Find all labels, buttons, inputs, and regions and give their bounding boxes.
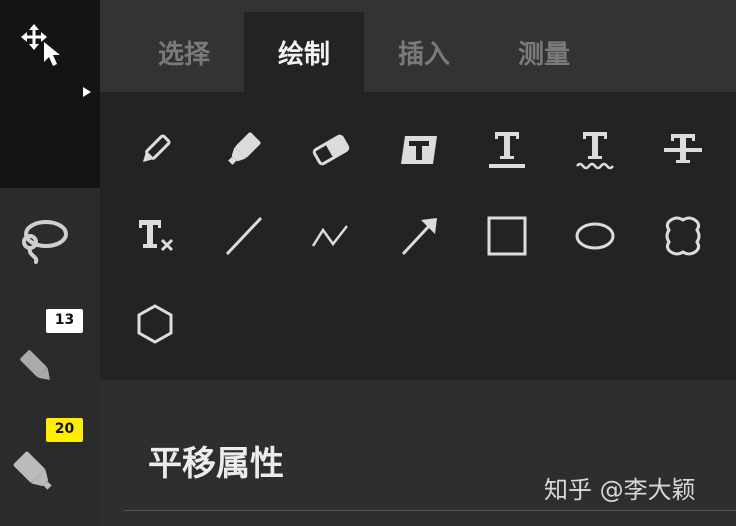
pan-move-icon <box>21 24 60 66</box>
lasso-icon <box>22 220 68 264</box>
text-underline-icon <box>489 132 525 168</box>
tab-measure-label: 测量 <box>517 39 570 70</box>
tab-select[interactable]: 选择 <box>124 12 244 92</box>
pen-tool[interactable] <box>127 122 183 178</box>
tab-bar: 选择 绘制 插入 测量 <box>100 0 736 92</box>
lasso-tool-button[interactable] <box>16 212 72 266</box>
rectangle-icon <box>487 216 527 256</box>
arrow-icon <box>401 218 437 256</box>
tab-insert-label: 插入 <box>397 39 450 70</box>
highlighter-icon <box>13 451 52 490</box>
text-squiggly-icon <box>576 132 614 170</box>
expand-triangle-icon[interactable] <box>82 86 92 98</box>
line-icon <box>225 216 263 256</box>
cloud-icon <box>665 216 701 256</box>
text-strikethrough-tool[interactable] <box>655 122 711 178</box>
watermark: 知乎 @李大颖 <box>544 476 696 504</box>
pen-size-badge: 13 <box>46 309 83 333</box>
pan-tool-button[interactable] <box>14 18 74 74</box>
text-box-icon <box>401 136 437 164</box>
polyline-tool[interactable] <box>303 208 359 264</box>
properties-panel: 平移属性 知乎 @李大颖 <box>100 380 736 526</box>
rectangle-tool[interactable] <box>479 208 535 264</box>
tab-draw-label: 绘制 <box>277 39 330 70</box>
tab-select-label: 选择 <box>157 39 210 70</box>
ellipse-tool[interactable] <box>567 208 623 264</box>
highlighter-icon <box>228 132 261 165</box>
draw-tools-panel <box>100 92 736 380</box>
divider <box>124 510 736 511</box>
hexagon-icon <box>137 304 173 344</box>
properties-title: 平移属性 <box>148 444 284 484</box>
text-underline-tool[interactable] <box>479 122 535 178</box>
polygon-tool[interactable] <box>127 296 183 352</box>
highlighter-rail-button[interactable] <box>8 446 60 498</box>
ellipse-icon <box>575 222 615 250</box>
line-tool[interactable] <box>215 208 271 264</box>
text-strikethrough-icon <box>664 134 702 163</box>
pen-icon <box>20 350 50 380</box>
text-box-tool[interactable] <box>391 122 447 178</box>
left-toolbar: 13 20 <box>0 0 100 526</box>
eraser-icon <box>312 134 350 166</box>
clear-format-tool[interactable] <box>127 208 183 264</box>
cloud-tool[interactable] <box>655 208 711 264</box>
tab-insert[interactable]: 插入 <box>364 12 484 92</box>
tab-draw[interactable]: 绘制 <box>244 12 364 92</box>
arrow-tool[interactable] <box>391 208 447 264</box>
highlighter-size-badge: 20 <box>46 418 83 442</box>
highlighter-tool[interactable] <box>215 122 271 178</box>
tab-measure[interactable]: 测量 <box>484 12 604 92</box>
pan-tool-panel <box>0 0 100 188</box>
polyline-icon <box>311 225 348 247</box>
text-squiggly-tool[interactable] <box>567 122 623 178</box>
eraser-tool[interactable] <box>303 122 359 178</box>
pen-icon <box>142 134 171 163</box>
pen-rail-button[interactable] <box>10 340 60 390</box>
clear-format-icon <box>139 220 174 252</box>
